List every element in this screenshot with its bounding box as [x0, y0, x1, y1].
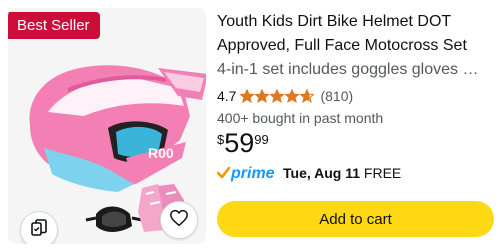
delivery-text: Tue, Aug 11 FREE — [283, 165, 401, 181]
svg-text:R00: R00 — [148, 145, 174, 161]
bought-in-past-month: 400+ bought in past month — [217, 110, 384, 126]
star-icon — [300, 88, 315, 102]
best-seller-badge: Best Seller — [8, 12, 100, 39]
price-symbol: $ — [217, 132, 225, 147]
star-icon — [270, 88, 285, 102]
star-icon — [255, 88, 270, 102]
review-count[interactable]: (810) — [320, 88, 353, 104]
price-whole: 59 — [224, 128, 255, 158]
compare-icon — [29, 218, 49, 243]
product-title[interactable]: Youth Kids Dirt Bike Helmet DOT Approved… — [217, 10, 497, 58]
star-icon — [240, 88, 255, 102]
product-info: Youth Kids Dirt Bike Helmet DOT Approved… — [217, 10, 497, 129]
wishlist-button[interactable] — [160, 201, 198, 239]
delivery-day: Tue, Aug 11 — [283, 165, 361, 181]
prime-check-icon — [217, 166, 231, 179]
product-card[interactable]: R00 Best Seller Youth Kids Dirt Bike Hel… — [0, 0, 503, 250]
prime-delivery: prime Tue, Aug 11 FREE — [217, 163, 401, 183]
svg-text:prime: prime — [230, 165, 275, 182]
price-fraction: 99 — [254, 132, 269, 147]
star-rating — [240, 88, 315, 104]
rating-row[interactable]: 4.7 (810) — [217, 85, 497, 107]
heart-icon — [169, 209, 189, 232]
prime-logo: prime — [217, 164, 277, 182]
add-to-cart-button[interactable]: Add to cart — [217, 201, 494, 237]
product-subtitle: 4-in-1 set includes goggles gloves … — [217, 61, 479, 78]
rating-value: 4.7 — [217, 88, 237, 104]
star-icon — [285, 88, 300, 102]
compare-button[interactable] — [20, 211, 58, 244]
price: $ 59 99 — [217, 128, 269, 158]
delivery-cost: FREE — [363, 165, 402, 181]
